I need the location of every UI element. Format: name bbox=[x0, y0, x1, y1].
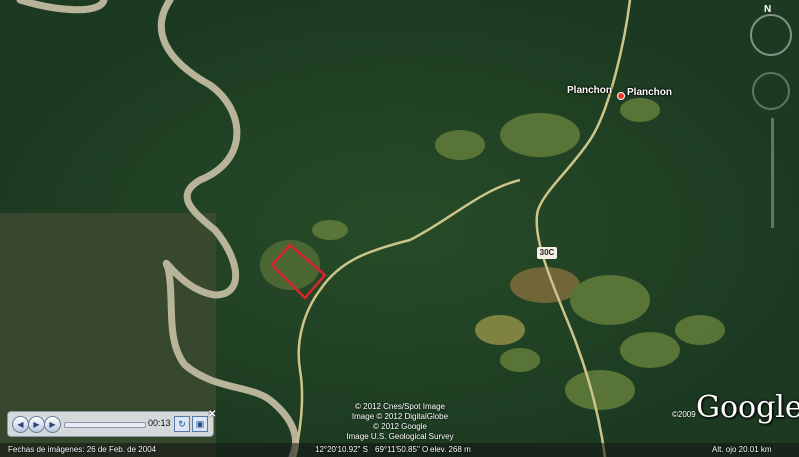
north-indicator: N bbox=[764, 4, 772, 15]
latitude: 12°20'10.92" S bbox=[315, 445, 368, 454]
playback-track[interactable] bbox=[64, 422, 146, 428]
place-label-left: Planchon bbox=[567, 85, 613, 96]
status-bar: Fechas de imágenes: 26 de Feb. de 2004 1… bbox=[0, 443, 799, 457]
rewind-icon[interactable]: ◀ bbox=[12, 416, 29, 433]
attribution-line: Image © 2012 DigitalGlobe bbox=[351, 412, 449, 421]
close-icon[interactable]: ✕ bbox=[208, 409, 216, 420]
place-marker[interactable] bbox=[617, 92, 625, 100]
attribution-line: © 2012 Google bbox=[373, 422, 427, 431]
attribution-line: © 2012 Cnes/Spot Image bbox=[355, 402, 445, 411]
place-label: Planchon bbox=[627, 87, 673, 98]
save-icon[interactable]: ▣ bbox=[192, 416, 208, 432]
logo-copyright: ©2009 bbox=[672, 410, 696, 419]
attribution: © 2012 Cnes/Spot Image Image © 2012 Digi… bbox=[330, 402, 470, 442]
repeat-icon[interactable]: ↻ bbox=[174, 416, 190, 432]
google-logo: Google bbox=[696, 390, 799, 425]
longitude: 69°11'50.85" O bbox=[375, 445, 429, 454]
elevation: elev. 268 m bbox=[430, 445, 471, 454]
route-shield: 30C bbox=[537, 247, 557, 259]
navigation-ring[interactable] bbox=[750, 14, 792, 56]
playback-time: 00:13 bbox=[148, 418, 171, 428]
tour-player: ◀ ▶ ▶ 00:13 ↻ ▣ ✕ bbox=[7, 409, 216, 437]
eye-altitude: Alt. ojo 20.01 km bbox=[712, 445, 772, 454]
map-view[interactable]: N Planchon Planchon 30C © 2012 Cnes/Spot… bbox=[0, 0, 799, 457]
pan-control[interactable] bbox=[752, 72, 790, 110]
imagery-date: Fechas de imágenes: 26 de Feb. de 2004 bbox=[8, 445, 157, 454]
satellite-map[interactable] bbox=[0, 0, 799, 457]
zoom-slider[interactable] bbox=[771, 118, 774, 228]
attribution-line: Image U.S. Geological Survey bbox=[346, 432, 454, 441]
forward-icon[interactable]: ▶ bbox=[44, 416, 61, 433]
play-icon[interactable]: ▶ bbox=[28, 416, 45, 433]
